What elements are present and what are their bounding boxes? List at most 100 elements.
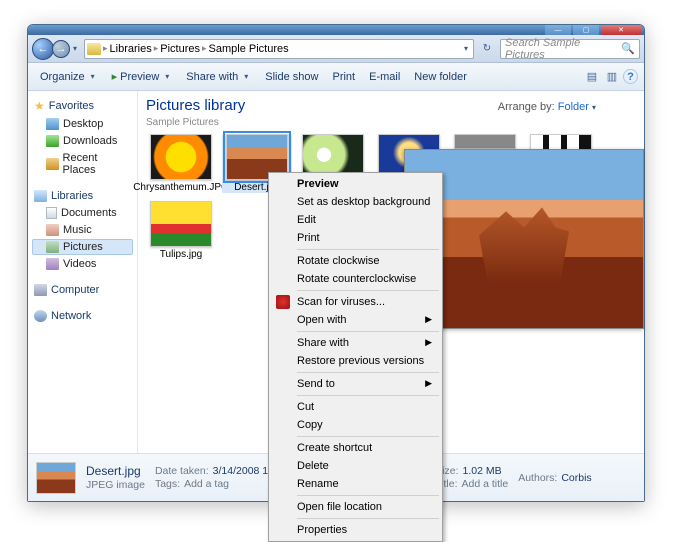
details-size: 1.02 MB (462, 465, 501, 477)
menu-item-send-to[interactable]: Send to▶ (271, 375, 440, 393)
nav-history-dropdown[interactable]: ▾ (70, 44, 80, 53)
slideshow-button[interactable]: Slide show (259, 68, 324, 86)
print-button[interactable]: Print (326, 68, 361, 86)
menu-item-create-shortcut[interactable]: Create shortcut (271, 439, 440, 457)
menu-item-open-file-location[interactable]: Open file location (271, 498, 440, 516)
toolbar: Organize▾ ▸Preview▾ Share with▾ Slide sh… (28, 63, 644, 91)
nav-buttons: ← → ▾ (32, 38, 80, 60)
details-filetype: JPEG image (86, 479, 145, 491)
library-subtitle: Sample Pictures (146, 117, 219, 128)
preview-pane-button[interactable]: ▥ (603, 68, 621, 86)
details-title[interactable]: Add a title (462, 478, 509, 490)
nav-network[interactable]: Network (32, 308, 133, 324)
help-button[interactable]: ? (623, 69, 638, 84)
nav-libraries-header[interactable]: Libraries (32, 188, 133, 204)
menu-item-scan-for-viruses-[interactable]: Scan for viruses... (271, 293, 440, 311)
nav-item-documents[interactable]: Documents (32, 205, 133, 221)
chevron-icon[interactable]: ▸ (202, 43, 207, 54)
search-placeholder: Search Sample Pictures (505, 37, 621, 61)
back-button[interactable]: ← (32, 38, 54, 60)
menu-item-restore-previous-versions[interactable]: Restore previous versions (271, 352, 440, 370)
minimize-button[interactable]: — (545, 25, 571, 35)
details-thumbnail (36, 462, 76, 494)
arrange-by[interactable]: Arrange by: Folder ▾ (498, 101, 596, 113)
details-tags[interactable]: Add a tag (184, 478, 229, 490)
mus-icon (46, 224, 59, 236)
menu-item-print[interactable]: Print (271, 229, 440, 247)
menu-item-cut[interactable]: Cut (271, 398, 440, 416)
menu-item-open-with[interactable]: Open with▶ (271, 311, 440, 329)
close-button[interactable]: ✕ (601, 25, 641, 35)
vid-icon (46, 258, 59, 270)
nav-item-videos[interactable]: Videos (32, 256, 133, 272)
shield-icon (276, 295, 290, 309)
menu-item-copy[interactable]: Copy (271, 416, 440, 434)
titlebar[interactable]: — ▢ ✕ (28, 25, 644, 35)
details-authors: Corbis (561, 472, 591, 484)
star-icon: ★ (34, 99, 45, 113)
menu-item-rename[interactable]: Rename (271, 475, 440, 493)
nav-computer[interactable]: Computer (32, 282, 133, 298)
new-folder-button[interactable]: New folder (408, 68, 473, 86)
thumbnail-image (150, 201, 212, 247)
nav-item-recent-places[interactable]: Recent Places (32, 150, 133, 178)
share-with-button[interactable]: Share with▾ (180, 68, 257, 86)
maximize-button[interactable]: ▢ (573, 25, 599, 35)
folder-icon (87, 43, 101, 55)
dl-icon (46, 135, 59, 147)
menu-separator (297, 518, 439, 519)
forward-button[interactable]: → (52, 40, 70, 58)
thumbnail-label: Tulips.jpg (160, 249, 202, 260)
breadcrumb[interactable]: ▸ Libraries ▸ Pictures ▸ Sample Pictures… (84, 39, 474, 59)
nav-item-desktop[interactable]: Desktop (32, 116, 133, 132)
menu-separator (297, 436, 439, 437)
chevron-icon[interactable]: ▸ (154, 43, 159, 54)
menu-item-preview[interactable]: Preview (271, 175, 440, 193)
email-button[interactable]: E-mail (363, 68, 406, 86)
context-menu[interactable]: PreviewSet as desktop backgroundEditPrin… (268, 172, 443, 542)
crumb-pictures[interactable]: Pictures (160, 43, 200, 55)
menu-item-share-with[interactable]: Share with▶ (271, 334, 440, 352)
submenu-arrow-icon: ▶ (425, 378, 432, 389)
network-icon (34, 310, 47, 322)
view-mode-button[interactable]: ▤ (583, 68, 601, 86)
desk-icon (46, 118, 59, 130)
thumbnail-item[interactable]: Tulips.jpg (146, 201, 216, 260)
doc-icon (46, 207, 57, 219)
details-filename: Desert.jpg (86, 464, 145, 478)
menu-item-delete[interactable]: Delete (271, 457, 440, 475)
thumbnail-label: Chrysanthemum.JPG (133, 182, 229, 193)
crumb-sample-pictures[interactable]: Sample Pictures (209, 43, 289, 55)
nav-pane: ★Favorites DesktopDownloadsRecent Places… (28, 91, 138, 453)
menu-item-rotate-clockwise[interactable]: Rotate clockwise (271, 252, 440, 270)
chevron-icon[interactable]: ▸ (103, 43, 108, 54)
menu-item-rotate-counterclockwise[interactable]: Rotate counterclockwise (271, 270, 440, 288)
search-input[interactable]: Search Sample Pictures 🔍 (500, 39, 640, 59)
thumbnail-item[interactable]: Chrysanthemum.JPG (146, 134, 216, 193)
pic-icon (46, 241, 59, 253)
library-title: Pictures library (146, 97, 245, 114)
chevron-down-icon: ▾ (592, 103, 596, 112)
menu-separator (297, 331, 439, 332)
menu-separator (297, 495, 439, 496)
menu-separator (297, 395, 439, 396)
nav-item-pictures[interactable]: Pictures (32, 239, 133, 255)
libraries-icon (34, 190, 47, 202)
menu-separator (297, 290, 439, 291)
preview-button[interactable]: ▸Preview▾ (106, 67, 179, 86)
menu-separator (297, 249, 439, 250)
nav-item-music[interactable]: Music (32, 222, 133, 238)
menu-item-edit[interactable]: Edit (271, 211, 440, 229)
crumb-libraries[interactable]: Libraries (110, 43, 152, 55)
path-dropdown[interactable]: ▾ (461, 44, 471, 53)
address-bar: ← → ▾ ▸ Libraries ▸ Pictures ▸ Sample Pi… (28, 35, 644, 63)
refresh-button[interactable]: ↻ (478, 43, 496, 54)
menu-item-set-as-desktop-background[interactable]: Set as desktop background (271, 193, 440, 211)
nav-item-downloads[interactable]: Downloads (32, 133, 133, 149)
nav-favorites-header[interactable]: ★Favorites (32, 97, 133, 115)
search-icon: 🔍 (621, 42, 635, 55)
menu-item-properties[interactable]: Properties (271, 521, 440, 539)
computer-icon (34, 284, 47, 296)
organize-button[interactable]: Organize▾ (34, 68, 104, 86)
submenu-arrow-icon: ▶ (425, 337, 432, 348)
